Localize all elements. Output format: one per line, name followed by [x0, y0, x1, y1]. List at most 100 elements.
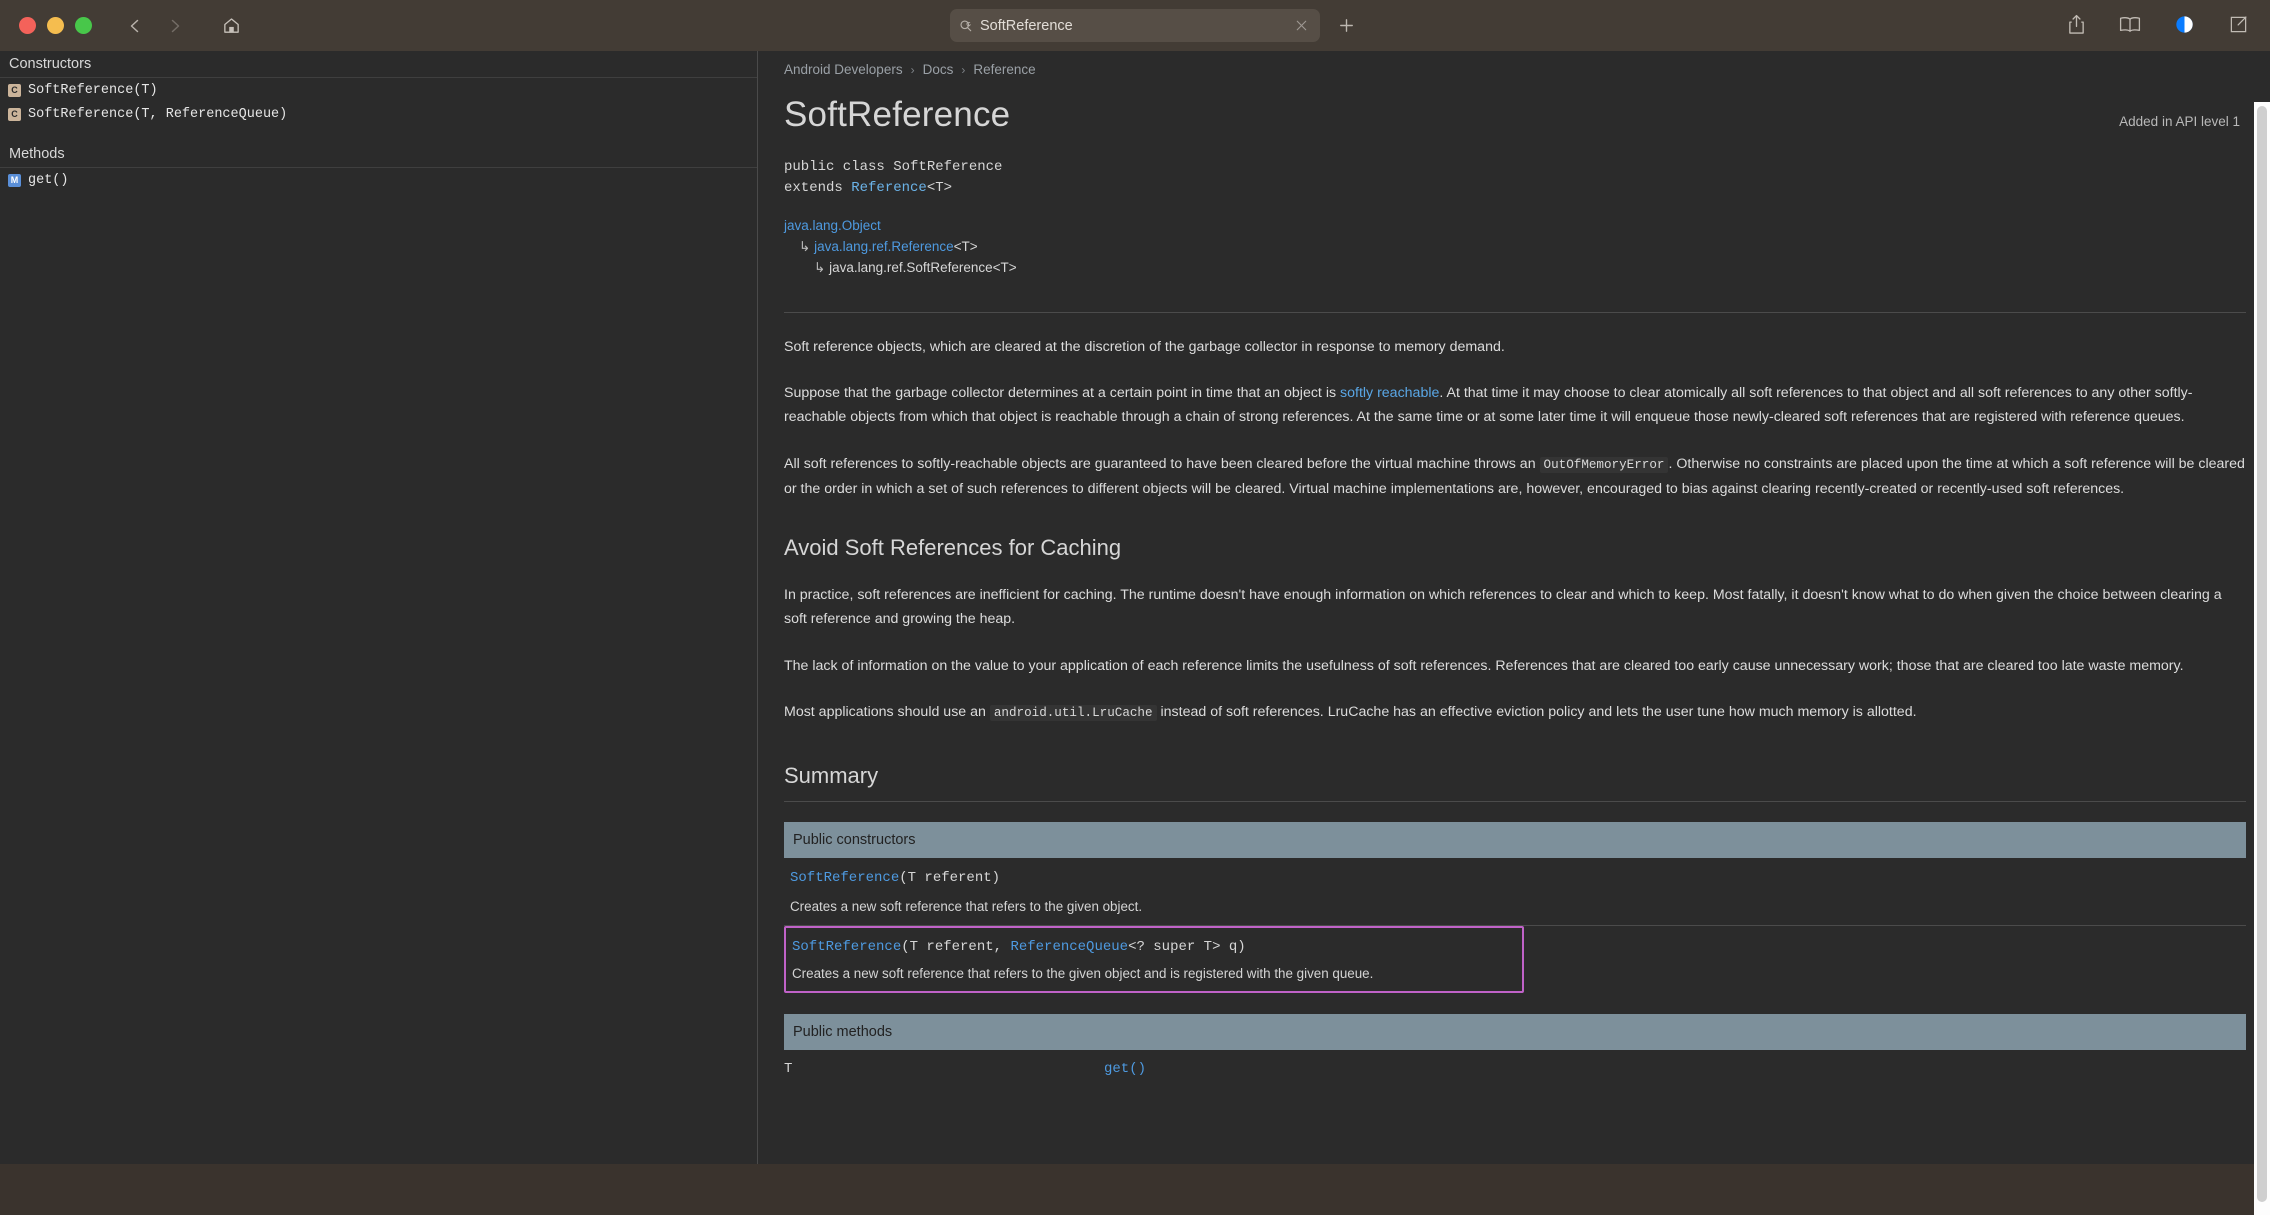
forward-button[interactable]	[158, 9, 192, 43]
class-declaration: public class SoftReference extends Refer…	[759, 135, 2270, 200]
divider	[784, 311, 2246, 313]
chevron-left-icon	[130, 19, 139, 32]
paragraph-caching-1: In practice, soft references are ineffic…	[784, 586, 2222, 628]
clear-search-button[interactable]	[1294, 18, 1309, 33]
url-field[interactable]: SoftReference	[950, 9, 1320, 42]
paragraph-outofmemoryerror: All soft references to softly-reachable …	[759, 452, 2270, 501]
inline-code-lrucache: android.util.LruCache	[989, 705, 1157, 722]
paragraph-text: All soft references to softly-reachable …	[784, 455, 1540, 472]
url-text: SoftReference	[980, 17, 1073, 34]
scrollbar-thumb[interactable]	[2257, 106, 2267, 1202]
sidebar-item-softreference-t[interactable]: C SoftReference(T)	[0, 78, 757, 102]
sidebar-item-softreference-t-referencequeue[interactable]: C SoftReference(T, ReferenceQueue)	[0, 102, 757, 126]
table-row[interactable]: T get()	[784, 1050, 2246, 1077]
sidebar-item-label: SoftReference(T)	[28, 82, 158, 98]
inline-code-outofmemoryerror: OutOfMemoryError	[1539, 456, 1669, 473]
table-header-public-methods: Public methods	[784, 1013, 2246, 1050]
browser-toolbar: SoftReference	[0, 0, 2270, 51]
signature-params: <? super T> q)	[1128, 938, 1246, 955]
minimize-window-button[interactable]	[47, 17, 64, 34]
search-icon	[959, 19, 973, 33]
share-icon	[2068, 14, 2084, 34]
toolbar-actions	[2062, 9, 2252, 39]
constructor-description: Creates a new soft reference that refers…	[790, 898, 1143, 914]
share-button[interactable]	[2062, 9, 2090, 39]
hierarchy-arrow-icon: ↳	[814, 259, 830, 275]
new-tab-button[interactable]	[1331, 10, 1361, 40]
hierarchy-link-reference[interactable]: java.lang.ref.Reference	[814, 239, 954, 254]
breadcrumb-separator: ›	[910, 62, 915, 77]
address-bar[interactable]: SoftReference	[950, 9, 1320, 42]
constructor-signature: SoftReference(T referent)	[790, 870, 2246, 886]
plus-icon	[1339, 18, 1353, 32]
back-button[interactable]	[118, 9, 152, 43]
breadcrumb-separator: ›	[961, 62, 966, 77]
paragraph-text: Most applications should use an	[784, 704, 990, 721]
hierarchy-current-class: java.lang.ref.SoftReference<T>	[829, 259, 1017, 275]
navigation-buttons	[118, 9, 248, 43]
section-heading-caching: Avoid Soft References for Caching	[784, 534, 1122, 560]
paragraph-caching-2: The lack of information on the value to …	[784, 657, 2184, 674]
documentation-pane[interactable]: Android Developers › Docs › Reference So…	[759, 51, 2270, 1164]
window-controls	[19, 17, 92, 34]
reading-list-button[interactable]	[2116, 9, 2144, 39]
title-row: SoftReference Added in API level 1	[759, 77, 2270, 135]
home-icon	[223, 18, 239, 33]
signature-params: (T referent,	[901, 938, 1011, 955]
paragraph-summary: Soft reference objects, which are cleare…	[784, 338, 1505, 355]
table-header-public-constructors: Public constructors	[784, 821, 2246, 858]
breadcrumb-item-android-developers[interactable]: Android Developers	[784, 62, 903, 77]
softly-reachable-link[interactable]: softly reachable	[1340, 385, 1439, 401]
declaration-superclass-link[interactable]: Reference	[851, 180, 927, 196]
maximize-window-button[interactable]	[75, 17, 92, 34]
sidebar-section-title: Methods	[9, 146, 65, 162]
close-window-button[interactable]	[19, 17, 36, 34]
book-icon	[2119, 16, 2141, 32]
compose-icon	[2230, 15, 2247, 32]
breadcrumb: Android Developers › Docs › Reference	[759, 51, 2270, 77]
declaration-generic: <T>	[926, 180, 953, 197]
hierarchy-link-object[interactable]: java.lang.Object	[784, 218, 881, 233]
paragraph-text: instead of soft references. LruCache has…	[1156, 704, 1917, 721]
vertical-scrollbar[interactable]	[2254, 102, 2270, 1215]
constructor-badge-icon: C	[8, 107, 21, 121]
sidebar-section-methods: Methods	[0, 141, 757, 168]
compose-button[interactable]	[2224, 9, 2252, 39]
symbol-sidebar: Constructors C SoftReference(T) C SoftRe…	[0, 51, 758, 1164]
class-hierarchy: java.lang.Object ↳ java.lang.ref.Referen…	[759, 200, 2270, 279]
paragraph-softly-reachable: Suppose that the garbage collector deter…	[759, 381, 2270, 430]
home-button[interactable]	[214, 9, 248, 43]
table-header-label: Public methods	[793, 1023, 893, 1040]
constructor-badge-icon: C	[8, 83, 21, 97]
constructor-link[interactable]: SoftReference	[790, 870, 899, 886]
reader-mode-button[interactable]	[2170, 9, 2198, 39]
chevron-right-icon	[171, 19, 180, 32]
paragraph-caching-3: Most applications should use an android.…	[759, 700, 2270, 725]
reader-mode-icon	[2175, 15, 2193, 33]
method-return-type: T	[784, 1060, 793, 1077]
sidebar-section-constructors: Constructors	[0, 51, 757, 78]
table-row[interactable]: SoftReference(T referent, ReferenceQueue…	[784, 925, 1524, 993]
constructor-signature: SoftReference(T referent, ReferenceQueue…	[792, 939, 1522, 955]
hierarchy-generic: <T>	[953, 238, 978, 254]
close-icon	[1296, 20, 1307, 31]
breadcrumb-item-docs[interactable]: Docs	[923, 62, 954, 77]
constructor-link[interactable]: SoftReference	[792, 939, 901, 955]
paragraph-text: Suppose that the garbage collector deter…	[784, 385, 1341, 402]
sidebar-item-get[interactable]: M get()	[0, 168, 757, 192]
hierarchy-arrow-icon: ↳	[799, 238, 815, 254]
table-row[interactable]: SoftReference(T referent) Creates a new …	[784, 858, 2246, 926]
content-area: Constructors C SoftReference(T) C SoftRe…	[0, 51, 2270, 1215]
declaration-extends-keyword: extends	[784, 180, 852, 197]
referencequeue-link[interactable]: ReferenceQueue	[1010, 939, 1128, 955]
constructor-description: Creates a new soft reference that refers…	[792, 965, 1374, 981]
sidebar-section-title: Constructors	[9, 56, 92, 72]
signature-params: (T referent)	[899, 869, 1001, 886]
method-badge-icon: M	[8, 173, 21, 187]
sidebar-item-label: get()	[28, 172, 69, 188]
declaration-line-1: public class SoftReference	[784, 158, 1003, 175]
breadcrumb-item-reference[interactable]: Reference	[973, 62, 1035, 77]
method-link[interactable]: get()	[1104, 1061, 1146, 1077]
table-header-label: Public constructors	[793, 831, 916, 848]
